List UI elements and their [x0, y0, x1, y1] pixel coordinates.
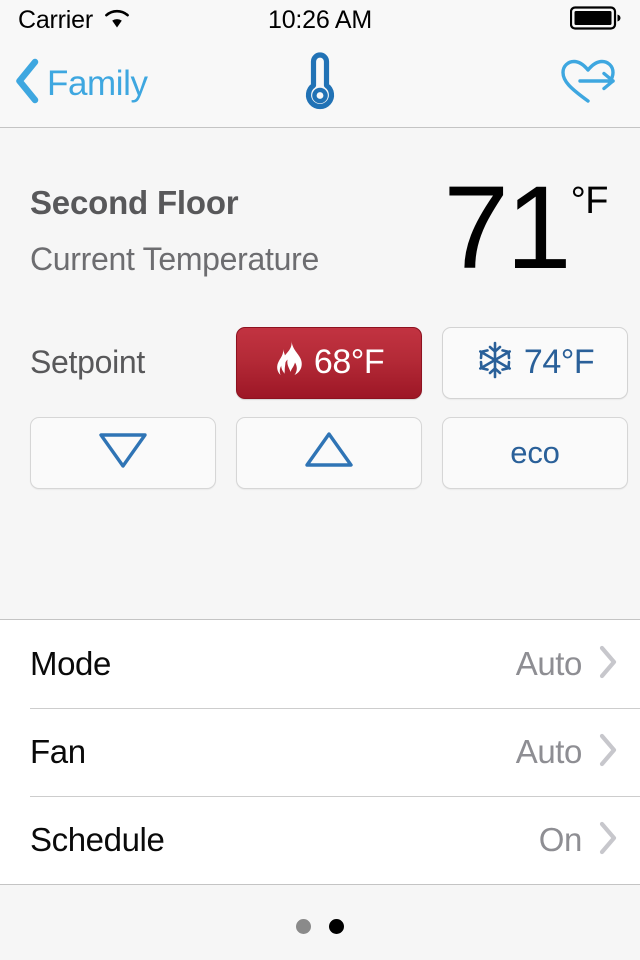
settings-row-right: Auto	[516, 733, 618, 772]
page-dot-1[interactable]	[296, 919, 311, 934]
current-temperature-value: 71	[443, 162, 571, 294]
heat-setpoint-button[interactable]: 68°F	[236, 326, 422, 399]
current-temperature-block: Second Floor Current Temperature 71 °F	[0, 128, 640, 294]
thermometer-icon	[298, 50, 342, 117]
page-dot-2[interactable]	[329, 919, 344, 934]
snowflake-icon	[476, 340, 514, 385]
heart-share-icon	[558, 55, 620, 112]
thermostat-panel: Second Floor Current Temperature 71 °F S…	[0, 128, 640, 620]
settings-row-schedule[interactable]: Schedule On	[0, 796, 640, 884]
settings-row-right: Auto	[516, 645, 618, 684]
status-bar-right	[569, 5, 622, 35]
eco-button-label: eco	[510, 434, 560, 470]
back-button[interactable]: Family	[14, 58, 148, 109]
settings-list: Mode Auto Fan Auto Schedule On	[0, 620, 640, 885]
decrease-temperature-button[interactable]	[30, 416, 216, 489]
settings-row-fan[interactable]: Fan Auto	[0, 708, 640, 796]
cool-setpoint-button[interactable]: 74°F	[442, 326, 628, 399]
settings-row-label: Schedule	[30, 821, 165, 858]
battery-full-icon	[569, 5, 622, 35]
eco-mode-button[interactable]: eco	[442, 416, 628, 489]
settings-row-label: Fan	[30, 733, 86, 770]
settings-row-value: On	[538, 821, 583, 858]
thermostat-screen: Carrier 10:26 AM Family Second Floor Cur…	[0, 0, 640, 960]
settings-row-value: Auto	[515, 733, 583, 770]
settings-row-right: On	[539, 821, 618, 860]
settings-row-mode[interactable]: Mode Auto	[0, 620, 640, 708]
status-bar-left: Carrier	[18, 6, 131, 35]
chevron-right-icon	[598, 821, 618, 860]
settings-row-label: Mode	[30, 645, 111, 682]
chevron-left-icon	[14, 58, 40, 109]
chevron-right-icon	[598, 645, 618, 684]
settings-row-value: Auto	[515, 645, 583, 682]
cool-setpoint-value: 74°F	[523, 343, 595, 382]
zone-subtitle: Current Temperature	[30, 241, 319, 278]
pagination-area	[0, 885, 640, 960]
zone-info: Second Floor Current Temperature	[30, 174, 319, 281]
increase-temperature-button[interactable]	[236, 416, 422, 489]
triangle-down-icon	[97, 428, 149, 477]
flame-icon	[274, 339, 304, 386]
heat-setpoint-value: 68°F	[313, 343, 385, 382]
navigation-bar: Family	[0, 40, 640, 128]
triangle-up-icon	[303, 428, 355, 477]
share-button[interactable]	[558, 55, 620, 112]
current-temperature-readout: 71 °F	[443, 162, 612, 294]
chevron-right-icon	[598, 733, 618, 772]
zone-name: Second Floor	[30, 184, 239, 221]
current-temperature-unit: °F	[570, 180, 609, 222]
page-dots	[296, 919, 344, 934]
wifi-icon	[103, 7, 131, 34]
control-buttons-row: eco	[0, 416, 640, 489]
status-bar: Carrier 10:26 AM	[0, 0, 640, 40]
setpoint-row: Setpoint 68°F 74°F	[0, 326, 640, 399]
carrier-label: Carrier	[18, 5, 93, 34]
back-button-label: Family	[47, 63, 148, 103]
setpoint-label: Setpoint	[30, 344, 146, 381]
